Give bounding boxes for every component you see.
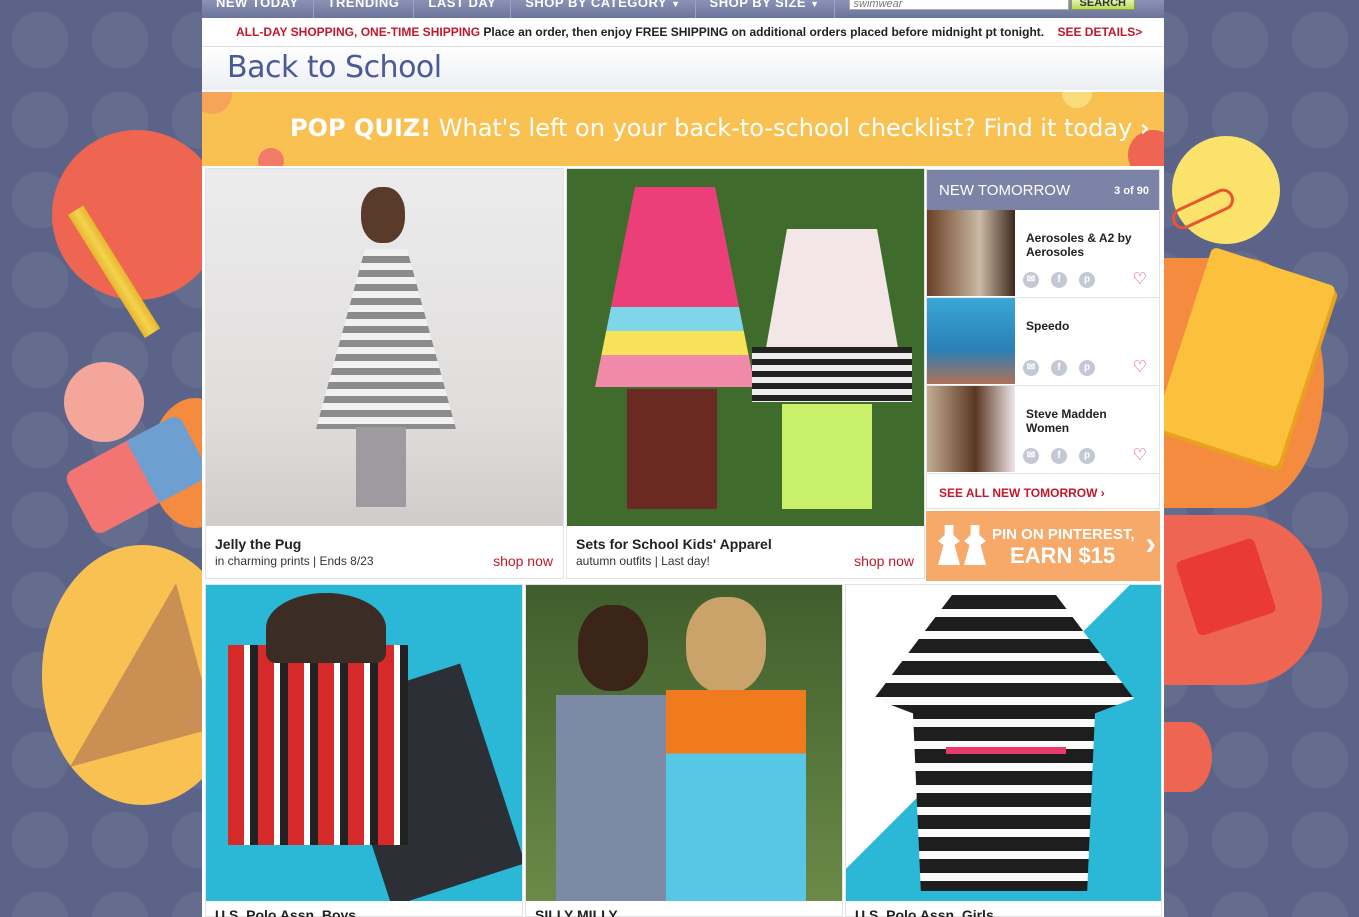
dress-shape (316, 249, 456, 429)
tab-shop-by-size[interactable]: SHOP BY SIZE ▼ (696, 0, 835, 18)
tile-name: Jelly the Pug (215, 536, 302, 552)
product-tile[interactable]: Sets for School Kids' Apparel autumn out… (566, 168, 925, 579)
pinterest-icon[interactable]: p (1079, 272, 1095, 288)
pink-dress-shape (595, 187, 755, 387)
tile-name: SILLY MILLY (535, 907, 618, 917)
new-tomorrow-count: 3 of 90 (1114, 185, 1149, 197)
new-tomorrow-panel: NEW TOMORROW 3 of 90 Aerosoles & A2 by A… (926, 169, 1160, 509)
pinterest-icon[interactable]: p (1079, 360, 1095, 376)
facebook-icon[interactable]: f (1051, 272, 1067, 288)
search-area: SEARCH (848, 0, 1135, 18)
product-image[interactable] (846, 585, 1161, 901)
pinterest-line1: PIN ON PINTEREST, (992, 526, 1135, 543)
new-tomorrow-header: NEW TOMORROW 3 of 90 (927, 170, 1159, 210)
promo-headline: ALL-DAY SHOPPING, ONE-TIME SHIPPING (236, 25, 481, 39)
product-image[interactable] (526, 585, 842, 901)
product-image[interactable] (206, 585, 522, 901)
hood-shape (266, 593, 386, 663)
search-button[interactable]: SEARCH (1070, 0, 1135, 10)
green-leggings-shape (782, 404, 872, 509)
tab-trending[interactable]: TRENDING (314, 0, 415, 18)
plaid-vest-shape (228, 645, 408, 845)
facebook-icon[interactable]: f (1051, 360, 1067, 376)
chevron-right-icon: › (1145, 525, 1156, 561)
item-thumbnail[interactable] (927, 210, 1015, 296)
tab-last-day[interactable]: LAST DAY (414, 0, 512, 18)
product-tile[interactable]: U.S. Polo Assn. Girls (845, 584, 1162, 917)
quiz-text: POP QUIZ! What's left on your back-to-sc… (290, 114, 1150, 142)
heart-icon[interactable]: ♡ (1133, 357, 1147, 377)
legs-shape (356, 427, 406, 507)
promo-body: Place an order, then enjoy FREE SHIPPING… (483, 25, 1045, 39)
left-dress-shape (556, 695, 676, 901)
share-icons: ✉ f p (1023, 360, 1095, 376)
tab-new-today[interactable]: NEW TODAY (202, 0, 314, 18)
heart-icon[interactable]: ♡ (1133, 269, 1147, 289)
share-icons: ✉ f p (1023, 272, 1095, 288)
shop-now-link[interactable]: shop now (854, 553, 914, 569)
item-name[interactable]: Aerosoles & A2 by Aerosoles (1026, 231, 1151, 259)
pinterest-line2: EARN $15 (1010, 543, 1116, 568)
pink-belt-shape (946, 747, 1066, 754)
shop-now-link[interactable]: shop now (493, 553, 553, 569)
chevron-down-icon: ▼ (671, 0, 681, 9)
pinterest-banner[interactable]: PIN ON PINTEREST, EARN $15 › (926, 511, 1160, 581)
decor-dot (258, 148, 284, 166)
see-all-new-tomorrow-link[interactable]: SEE ALL NEW TOMORROW › (939, 486, 1105, 500)
decor-dot (1062, 92, 1092, 108)
tile-name: Sets for School Kids' Apparel (576, 536, 772, 552)
new-tomorrow-item[interactable]: Speedo ✉ f p ♡ (927, 298, 1159, 386)
title-bar: Back to School (202, 48, 1164, 90)
striped-dress-shape (874, 595, 1134, 891)
see-details-link[interactable]: SEE DETAILS> (1057, 25, 1142, 39)
product-tile[interactable]: SILLY MILLY (525, 584, 843, 917)
new-tomorrow-title: NEW TOMORROW (939, 182, 1071, 199)
item-name[interactable]: Speedo (1026, 319, 1151, 333)
heart-icon[interactable]: ♡ (1133, 445, 1147, 465)
item-thumbnail[interactable] (927, 386, 1015, 472)
facebook-icon[interactable]: f (1051, 448, 1067, 464)
product-image[interactable] (206, 169, 563, 526)
search-input[interactable] (848, 0, 1069, 10)
tile-name: U.S. Polo Assn. Girls (855, 907, 994, 917)
shipping-promo: ALL-DAY SHOPPING, ONE-TIME SHIPPING Plac… (202, 18, 1164, 47)
girl-figure-head (361, 187, 405, 243)
email-icon[interactable]: ✉ (1023, 272, 1039, 288)
email-icon[interactable]: ✉ (1023, 448, 1039, 464)
pinterest-icon[interactable]: p (1079, 448, 1095, 464)
main-nav: NEW TODAY TRENDING LAST DAY SHOP BY CATE… (202, 0, 1164, 18)
striped-skirt-shape (752, 347, 912, 402)
email-icon[interactable]: ✉ (1023, 360, 1039, 376)
tab-shop-by-category[interactable]: SHOP BY CATEGORY ▼ (511, 0, 696, 18)
product-tile[interactable]: Jelly the Pug in charming prints | Ends … (205, 168, 564, 579)
product-tile[interactable]: U.S. Polo Assn. Boys (205, 584, 523, 917)
item-name[interactable]: Steve Madden Women (1026, 407, 1151, 435)
product-image[interactable] (567, 169, 924, 526)
decor-dot (202, 92, 232, 114)
tile-sub: autumn outfits | Last day! (576, 554, 710, 568)
page-content: NEW TODAY TRENDING LAST DAY SHOP BY CATE… (202, 0, 1164, 917)
brown-leggings-shape (627, 389, 717, 509)
tile-name: U.S. Polo Assn. Boys (215, 907, 357, 917)
new-tomorrow-item[interactable]: Steve Madden Women ✉ f p ♡ (927, 386, 1159, 474)
child-left-head (578, 605, 648, 691)
item-thumbnail[interactable] (927, 298, 1015, 384)
tile-sub: in charming prints | Ends 8/23 (215, 554, 374, 568)
new-tomorrow-item[interactable]: Aerosoles & A2 by Aerosoles ✉ f p ♡ (927, 210, 1159, 298)
decor-circle-small-right (1164, 722, 1212, 792)
paper-doll-icon (964, 525, 986, 565)
chevron-right-icon: › (1139, 114, 1150, 142)
pop-quiz-banner[interactable]: POP QUIZ! What's left on your back-to-sc… (202, 92, 1164, 166)
child-right-head (686, 597, 766, 693)
right-dress-shape (666, 690, 806, 901)
paper-doll-icon (938, 525, 960, 565)
chevron-down-icon: ▼ (810, 0, 820, 9)
page-title: Back to School (227, 50, 442, 85)
decor-circle-pink (64, 362, 144, 442)
share-icons: ✉ f p (1023, 448, 1095, 464)
